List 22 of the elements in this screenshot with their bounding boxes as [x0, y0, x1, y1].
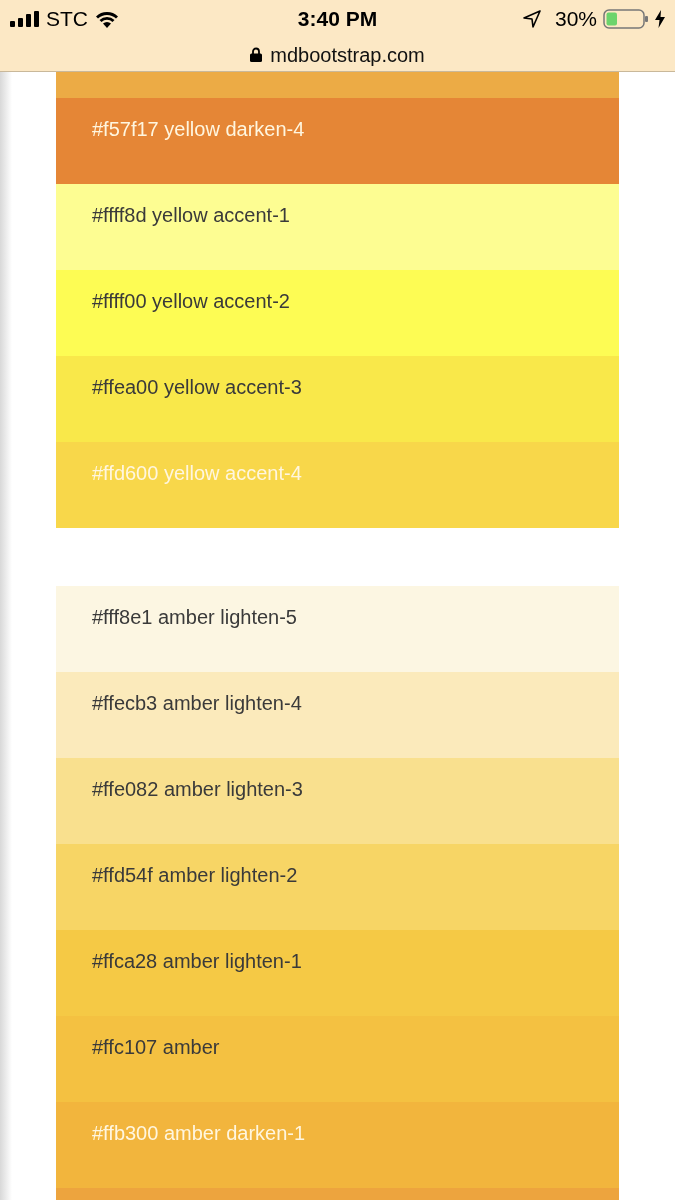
battery-percent: 30%	[554, 6, 597, 33]
swatch-label: #ffca28 amber lighten-1	[92, 950, 302, 972]
swatch-label: #fff8e1 amber lighten-5	[92, 606, 297, 628]
swatch-label: #ffecb3 amber lighten-4	[92, 692, 302, 714]
swatch-label: #ffea00 yellow accent-3	[92, 376, 302, 398]
carrier-name: STC	[46, 6, 88, 33]
charging-bolt-icon	[655, 10, 665, 28]
signal-icon	[10, 11, 40, 27]
wifi-icon	[94, 10, 120, 28]
swatch-label: #ffe082 amber lighten-3	[92, 778, 303, 800]
battery-icon	[603, 9, 649, 29]
location-arrow-icon	[522, 10, 541, 28]
swatch-label: #ffff8d yellow accent-1	[92, 204, 290, 226]
swatch-label: #f57f17 yellow darken-4	[92, 118, 305, 140]
clock-time: 3:40 PM	[297, 7, 378, 31]
swatch-label: #ffb300 amber darken-1	[92, 1122, 306, 1144]
lock-icon	[250, 47, 263, 62]
swatch-label: #ffd600 yellow accent-4	[92, 462, 302, 484]
swatch-label: #ffc107 amber	[92, 1036, 220, 1058]
swatch-label: #ffd54f amber lighten-2	[92, 864, 298, 886]
swatch-label: #ffff00 yellow accent-2	[92, 290, 290, 312]
url-text[interactable]: mdbootstrap.com	[270, 39, 425, 70]
